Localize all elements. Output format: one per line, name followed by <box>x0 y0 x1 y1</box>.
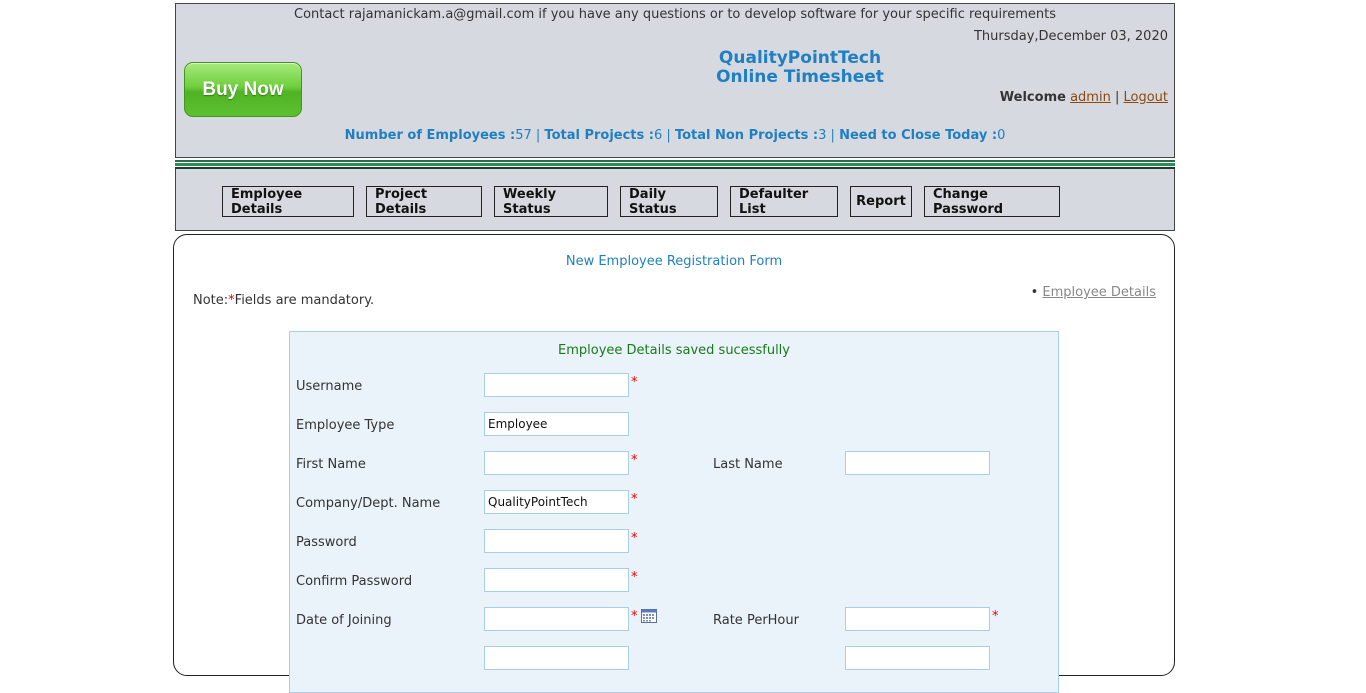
close-today-value: 0 <box>997 128 1006 143</box>
user-link[interactable]: admin <box>1070 90 1111 105</box>
non-projects-label: Total Non Projects : <box>674 128 819 143</box>
current-date: Thursday,December 03, 2020 <box>973 29 1168 44</box>
calendar-icon[interactable] <box>641 609 657 623</box>
next-row-input-right[interactable] <box>845 646 990 670</box>
welcome-label: Welcome <box>999 90 1066 105</box>
site-header: Contact rajamanickam.a@gmail.com if you … <box>175 3 1175 158</box>
employees-value: 57 <box>515 128 532 143</box>
side-links: • Employee Details <box>1031 285 1156 300</box>
nav-report[interactable]: Report <box>850 186 912 217</box>
next-row-input-left[interactable] <box>484 646 629 670</box>
confirm-password-required: * <box>631 570 638 585</box>
non-projects-value: 3 <box>818 128 827 143</box>
password-input[interactable] <box>484 529 629 553</box>
employee-details-link[interactable]: Employee Details <box>1042 285 1156 300</box>
bullet: • <box>1030 285 1039 300</box>
welcome-separator: | <box>1114 90 1120 105</box>
buy-now-button[interactable]: Buy Now <box>184 62 302 117</box>
company-label: Company/Dept. Name <box>296 496 441 511</box>
nav-project-details[interactable]: Project Details <box>366 186 482 217</box>
first-name-input[interactable] <box>484 451 629 475</box>
success-message: Employee Details saved sucessfully <box>558 343 790 358</box>
contact-text: Contact rajamanickam.a@gmail.com if you … <box>294 7 1056 22</box>
last-name-label: Last Name <box>713 457 783 472</box>
first-name-required: * <box>631 453 638 468</box>
rate-per-hour-label: Rate PerHour <box>713 613 799 628</box>
brand-line-2: Online Timesheet <box>716 67 884 87</box>
date-of-joining-input[interactable] <box>484 607 629 631</box>
stats-separator: | <box>666 128 671 143</box>
date-of-joining-required: * <box>631 609 638 624</box>
company-required: * <box>631 492 638 507</box>
close-today-label: Need to Close Today : <box>839 128 998 143</box>
stats-separator: | <box>830 128 835 143</box>
employees-label: Number of Employees : <box>344 128 516 143</box>
password-label: Password <box>296 535 357 550</box>
brand-title: QualityPointTech Online Timesheet <box>700 49 900 87</box>
content-area: New Employee Registration Form Note:*Fie… <box>173 234 1175 693</box>
note-prefix: Note: <box>193 293 229 308</box>
projects-label: Total Projects : <box>544 128 654 143</box>
logout-link[interactable]: Logout <box>1123 90 1168 105</box>
brand-line-1: QualityPointTech <box>718 48 882 68</box>
date-of-joining-label: Date of Joining <box>296 613 392 628</box>
main-nav: Employee Details Project Details Weekly … <box>175 169 1175 231</box>
company-input[interactable]: QualityPointTech <box>484 490 629 514</box>
password-required: * <box>631 531 638 546</box>
form-title: New Employee Registration Form <box>565 254 783 269</box>
username-required: * <box>631 375 638 390</box>
note-suffix: Fields are mandatory. <box>234 293 375 308</box>
stats-bar: Number of Employees :57 | Total Projects… <box>176 128 1174 143</box>
nav-weekly-status[interactable]: Weekly Status <box>494 186 608 217</box>
rate-per-hour-required: * <box>992 609 999 624</box>
confirm-password-label: Confirm Password <box>296 574 413 589</box>
nav-change-password[interactable]: Change Password <box>924 186 1060 217</box>
username-input[interactable] <box>484 373 629 397</box>
confirm-password-input[interactable] <box>484 568 629 592</box>
nav-defaulter-list[interactable]: Defaulter List <box>730 186 838 217</box>
mandatory-note: Note:*Fields are mandatory. <box>193 293 374 308</box>
nav-daily-status[interactable]: Daily Status <box>620 186 718 217</box>
last-name-input[interactable] <box>845 451 990 475</box>
welcome-bar: Welcome admin | Logout <box>1000 90 1168 105</box>
username-label: Username <box>296 379 363 394</box>
rate-per-hour-input[interactable] <box>845 607 990 631</box>
nav-employee-details[interactable]: Employee Details <box>222 186 354 217</box>
header-divider <box>175 160 1175 169</box>
employee-type-input[interactable]: Employee <box>484 412 629 436</box>
registration-form: Employee Details saved sucessfully Usern… <box>289 331 1059 693</box>
employee-type-label: Employee Type <box>296 418 395 433</box>
projects-value: 6 <box>654 128 663 143</box>
stats-separator: | <box>535 128 541 143</box>
first-name-label: First Name <box>296 457 366 472</box>
